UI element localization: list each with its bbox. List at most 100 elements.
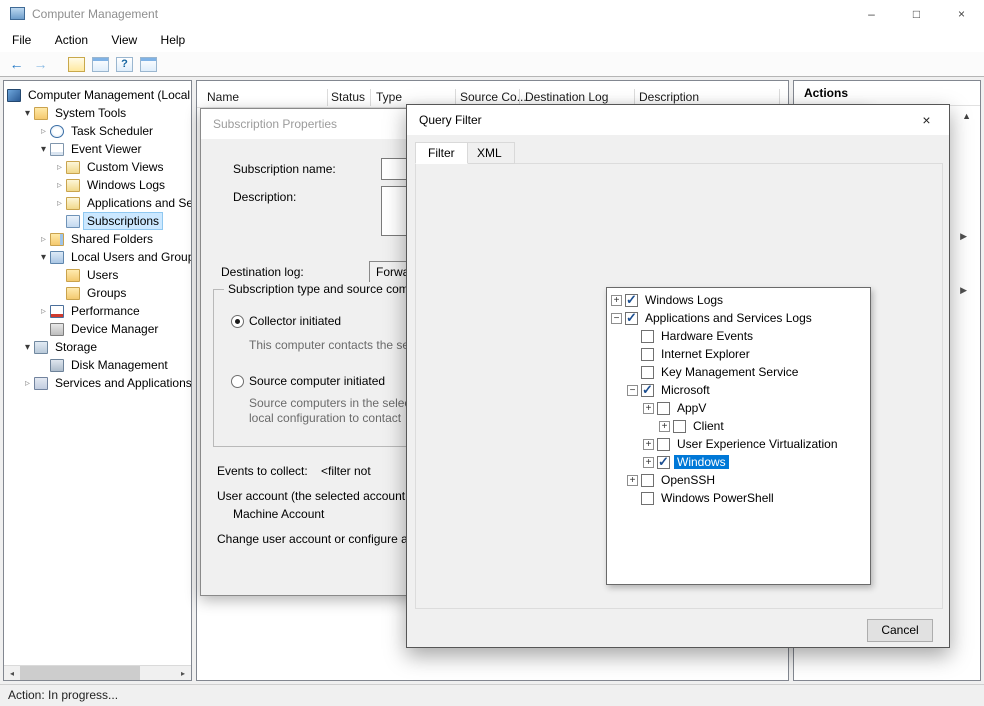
- log-tree-item-key-management-service[interactable]: Key Management Service: [607, 363, 870, 381]
- chevron-right-icon[interactable]: ▹: [53, 198, 66, 209]
- console-tree-icon[interactable]: [92, 57, 109, 72]
- tree-item-device-manager[interactable]: Device Manager: [5, 320, 190, 338]
- menu-view[interactable]: View: [101, 28, 147, 52]
- checkbox-icon[interactable]: [657, 402, 670, 415]
- help-icon[interactable]: ?: [116, 57, 133, 72]
- tree-horizontal-scrollbar[interactable]: ◂ ▸: [4, 665, 191, 680]
- cancel-button[interactable]: Cancel: [867, 619, 933, 642]
- tree-item-event-viewer[interactable]: ▾ Event Viewer: [5, 140, 190, 158]
- tree-item-groups[interactable]: Groups: [5, 284, 190, 302]
- chevron-right-icon[interactable]: ▹: [37, 234, 50, 245]
- group-expand-icon[interactable]: ▶: [960, 231, 967, 242]
- log-tree-item-hardware-events[interactable]: Hardware Events: [607, 327, 870, 345]
- checkbox-icon[interactable]: [625, 294, 638, 307]
- expand-icon[interactable]: +: [611, 295, 622, 306]
- events-to-collect-value: <filter not: [321, 464, 371, 478]
- tree-item-task-scheduler[interactable]: ▹ Task Scheduler: [5, 122, 190, 140]
- chevron-down-icon[interactable]: ▾: [37, 252, 50, 263]
- checkbox-icon[interactable]: [641, 330, 654, 343]
- scroll-right-icon[interactable]: ▸: [175, 669, 191, 678]
- expand-icon[interactable]: +: [643, 457, 654, 468]
- close-icon[interactable]: ×: [904, 105, 949, 135]
- scroll-up-icon[interactable]: ▲: [962, 111, 971, 121]
- log-tree-item-client[interactable]: + Client: [607, 417, 870, 435]
- show-hide-panes-icon[interactable]: [140, 57, 157, 72]
- chevron-down-icon[interactable]: ▾: [37, 144, 50, 155]
- chevron-right-icon[interactable]: ▹: [53, 180, 66, 191]
- checkbox-icon[interactable]: [641, 474, 654, 487]
- log-tree-item-windows-powershell[interactable]: Windows PowerShell: [607, 489, 870, 507]
- checkbox-icon[interactable]: [641, 492, 654, 505]
- tree-item-local-users-groups[interactable]: ▾ Local Users and Groups: [5, 248, 190, 266]
- collector-initiated-radio[interactable]: [231, 315, 244, 328]
- maximize-button[interactable]: □: [894, 0, 939, 28]
- group-expand-icon[interactable]: ▶: [960, 285, 967, 296]
- close-button[interactable]: ×: [939, 0, 984, 28]
- tree-item-storage[interactable]: ▾ Storage: [5, 338, 190, 356]
- tree-item-applications-services-logs[interactable]: ▹ Applications and Se: [5, 194, 190, 212]
- checkbox-icon[interactable]: [673, 420, 686, 433]
- column-source-computers[interactable]: Source Co...: [460, 90, 527, 104]
- query-filter-titlebar[interactable]: Query Filter ×: [407, 105, 949, 135]
- source-initiated-radio[interactable]: [231, 375, 244, 388]
- log-tree-item-internet-explorer[interactable]: Internet Explorer: [607, 345, 870, 363]
- column-separator[interactable]: [327, 89, 328, 106]
- menu-action[interactable]: Action: [45, 28, 98, 52]
- chevron-right-icon[interactable]: ▹: [53, 162, 66, 173]
- tree-item-performance[interactable]: ▹ Performance: [5, 302, 190, 320]
- log-tree-item-windows-logs[interactable]: + Windows Logs: [607, 291, 870, 309]
- chevron-right-icon[interactable]: ▹: [37, 126, 50, 137]
- column-separator[interactable]: [370, 89, 371, 106]
- tree-item-shared-folders[interactable]: ▹ Shared Folders: [5, 230, 190, 248]
- tree-item-windows-logs[interactable]: ▹ Windows Logs: [5, 176, 190, 194]
- checkbox-icon[interactable]: [657, 456, 670, 469]
- chevron-right-icon[interactable]: ▹: [37, 306, 50, 317]
- checkbox-icon[interactable]: [641, 384, 654, 397]
- scroll-thumb[interactable]: [20, 666, 140, 681]
- expand-icon[interactable]: +: [659, 421, 670, 432]
- back-icon[interactable]: ←: [8, 56, 25, 72]
- menu-help[interactable]: Help: [151, 28, 196, 52]
- collapse-icon[interactable]: −: [627, 385, 638, 396]
- custom-views-icon: [66, 161, 80, 174]
- expand-icon[interactable]: +: [627, 475, 638, 486]
- checkbox-icon[interactable]: [641, 348, 654, 361]
- shared-folders-icon: [50, 233, 64, 246]
- tree-item-services-applications[interactable]: ▹ Services and Applications: [5, 374, 190, 392]
- expand-icon[interactable]: +: [643, 403, 654, 414]
- log-tree-item-openssh[interactable]: + OpenSSH: [607, 471, 870, 489]
- scroll-left-icon[interactable]: ◂: [4, 669, 20, 678]
- chevron-down-icon[interactable]: ▾: [21, 342, 34, 353]
- column-destination-log[interactable]: Destination Log: [525, 90, 608, 104]
- log-tree-item-appv[interactable]: + AppV: [607, 399, 870, 417]
- chevron-right-icon[interactable]: ▹: [21, 378, 34, 389]
- expand-icon[interactable]: +: [643, 439, 654, 450]
- checkbox-icon[interactable]: [657, 438, 670, 451]
- actions-header: Actions: [794, 81, 980, 106]
- collapse-icon[interactable]: −: [611, 313, 622, 324]
- tree-item-disk-management[interactable]: Disk Management: [5, 356, 190, 374]
- menu-file[interactable]: File: [2, 28, 41, 52]
- tree-item-custom-views[interactable]: ▹ Custom Views: [5, 158, 190, 176]
- column-description[interactable]: Description: [639, 90, 699, 104]
- checkbox-icon[interactable]: [641, 366, 654, 379]
- checkbox-icon[interactable]: [625, 312, 638, 325]
- tab-filter[interactable]: Filter: [415, 142, 468, 164]
- log-tree-item-user-experience-virtualization[interactable]: + User Experience Virtualization: [607, 435, 870, 453]
- title-bar[interactable]: Computer Management – □ ×: [0, 0, 984, 28]
- log-tree-item-microsoft[interactable]: − Microsoft: [607, 381, 870, 399]
- tree-item-system-tools[interactable]: ▾ System Tools: [5, 104, 190, 122]
- forward-icon[interactable]: →: [32, 56, 49, 72]
- minimize-button[interactable]: –: [849, 0, 894, 28]
- tab-xml[interactable]: XML: [464, 142, 515, 164]
- log-tree-item-windows[interactable]: + Windows: [607, 453, 870, 471]
- column-type[interactable]: Type: [376, 90, 402, 104]
- tree-item-users[interactable]: Users: [5, 266, 190, 284]
- tree-item-subscriptions[interactable]: Subscriptions: [5, 212, 190, 230]
- tree-item-computer-management[interactable]: Computer Management (Local: [5, 86, 190, 104]
- chevron-down-icon[interactable]: ▾: [21, 108, 34, 119]
- column-name[interactable]: Name: [207, 90, 239, 104]
- column-status[interactable]: Status: [331, 90, 365, 104]
- log-tree-item-applications-services-logs[interactable]: − Applications and Services Logs: [607, 309, 870, 327]
- export-list-icon[interactable]: [68, 57, 85, 72]
